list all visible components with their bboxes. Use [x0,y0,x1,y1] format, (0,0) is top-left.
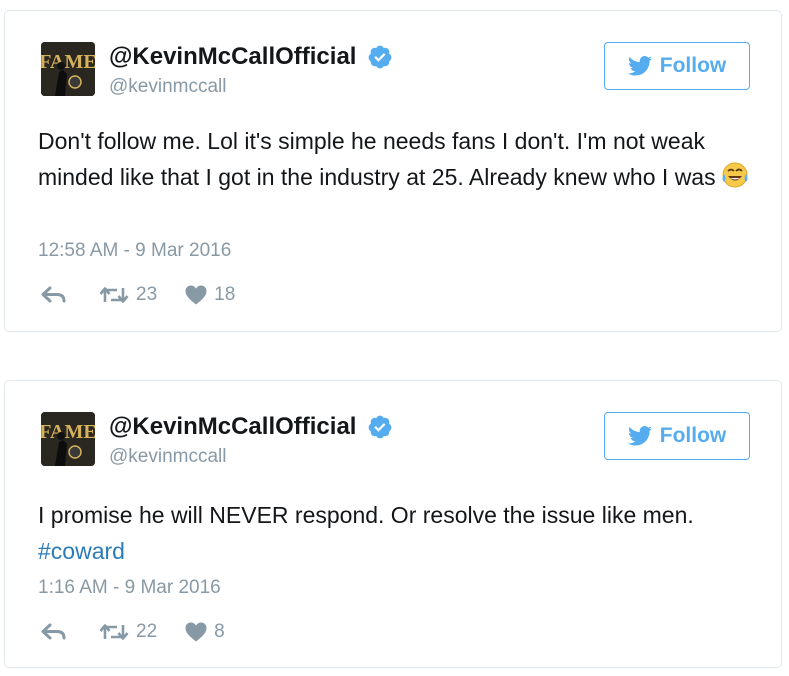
tweet-author: @KevinMcCallOfficial @kevinmccall [109,413,393,468]
retweet-button[interactable]: 22 [99,621,157,643]
author-screen-name[interactable]: @kevinmccall [109,76,393,98]
reply-icon [41,286,66,303]
retweet-count: 22 [136,621,158,642]
retweet-icon [99,624,129,640]
heart-icon [185,622,207,642]
verified-badge-icon [368,45,392,69]
tweet-card: FAME @KevinMcCallOfficial @kevinmccall F… [4,380,782,668]
svg-text:FAME: FAME [41,421,95,443]
follow-button-label: Follow [659,424,727,447]
retweet-count: 23 [136,284,158,305]
author-display-name[interactable]: @KevinMcCallOfficial [109,43,356,71]
twitter-bird-icon [627,56,652,76]
reply-button[interactable] [41,623,67,641]
retweet-button[interactable]: 23 [99,284,157,306]
like-count: 8 [214,621,225,642]
hashtag-link[interactable]: #coward [38,538,125,564]
tweet-text: Don't follow me. Lol it's simple he need… [38,123,751,195]
verified-badge-icon [368,415,392,439]
avatar[interactable]: FAME [41,412,95,466]
svg-text:FAME: FAME [41,51,95,73]
tweet-card: FAME @KevinMcCallOfficial @kevinmccall F… [4,10,782,332]
reply-icon [41,623,66,640]
retweet-icon [99,287,129,303]
avatar[interactable]: FAME [41,42,95,96]
tweet-timestamp[interactable]: 12:58 AM - 9 Mar 2016 [38,240,231,262]
avatar-image: FAME [41,42,95,96]
tears-of-joy-emoji-icon [722,162,748,188]
tweet-actions: 22 8 [41,621,225,643]
like-button[interactable]: 8 [185,621,225,643]
tweet-text-body: I promise he will NEVER respond. Or reso… [38,502,694,528]
like-count: 18 [214,284,236,305]
tweet-author: @KevinMcCallOfficial @kevinmccall [109,43,393,98]
tweet-actions: 23 18 [41,284,235,306]
author-display-name[interactable]: @KevinMcCallOfficial [109,413,356,441]
twitter-bird-icon [627,426,652,446]
tweet-text-body: Don't follow me. Lol it's simple he need… [38,128,716,190]
follow-button[interactable]: Follow [604,42,750,90]
like-button[interactable]: 18 [185,284,235,306]
tweet-text: I promise he will NEVER respond. Or reso… [38,497,751,569]
follow-button[interactable]: Follow [604,412,750,460]
tweet-timestamp[interactable]: 1:16 AM - 9 Mar 2016 [38,577,221,599]
reply-button[interactable] [41,286,67,304]
follow-button-label: Follow [659,54,727,77]
author-screen-name[interactable]: @kevinmccall [109,446,393,468]
heart-icon [185,285,207,305]
avatar-image: FAME [41,412,95,466]
